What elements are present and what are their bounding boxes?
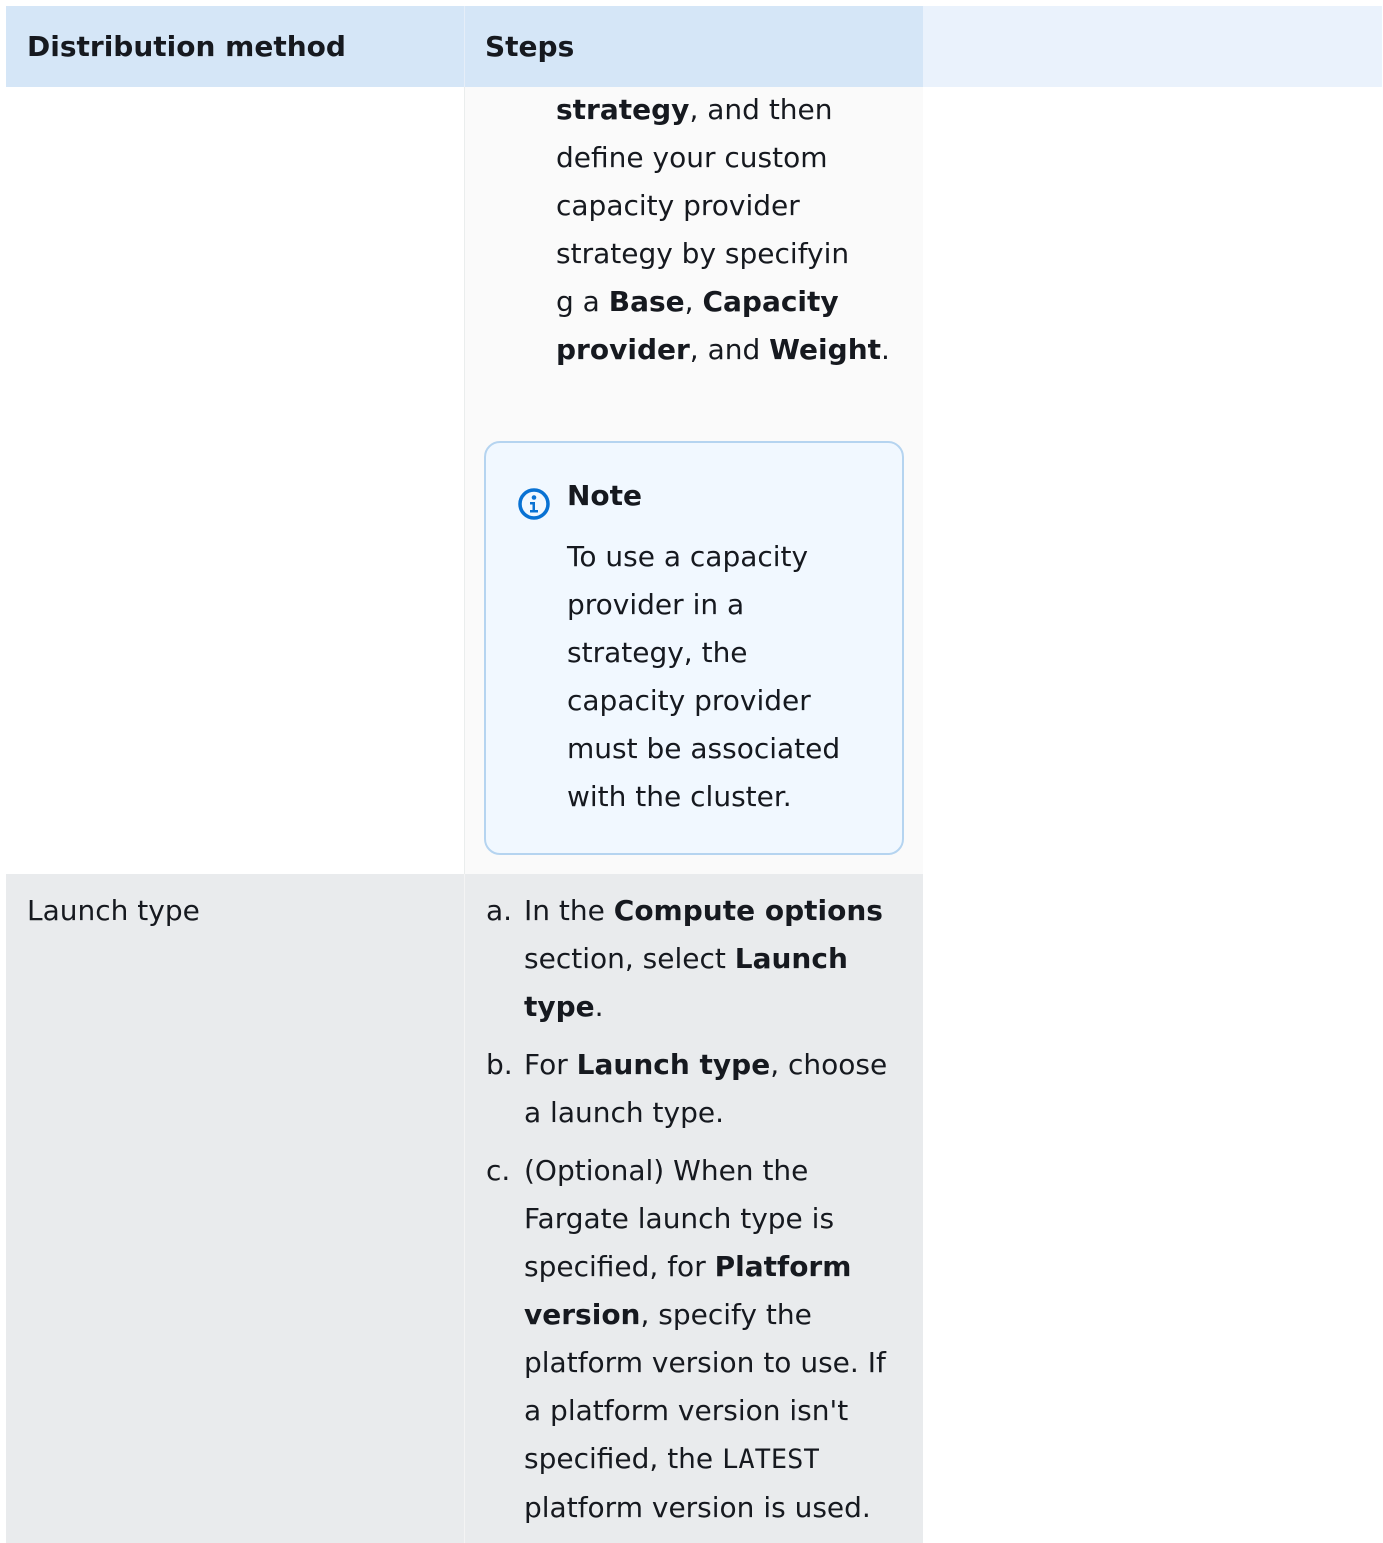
table-cell-method	[6, 87, 464, 874]
list-marker: a.	[486, 894, 513, 927]
term-launch-type: Launch type	[576, 1048, 771, 1081]
list-marker: c.	[486, 1154, 511, 1187]
step-text: , and	[689, 333, 770, 366]
step-content: In the Compute options section, select L…	[524, 887, 906, 1031]
column-header-distribution-method: Distribution method	[6, 6, 464, 87]
step-text: platform version is used.	[524, 1491, 871, 1524]
step-text: .	[594, 990, 604, 1023]
step-text: ,	[684, 285, 703, 318]
step-text: section, select	[524, 942, 735, 975]
column-header-steps: Steps	[465, 6, 923, 87]
docs-page: Distribution method Steps strategy, and …	[0, 0, 1383, 1543]
code-latest: LATEST	[722, 1444, 820, 1475]
step-content: For Launch type, choose a launch type.	[524, 1041, 906, 1137]
term-base: Base	[608, 285, 685, 318]
capacity-strategy-step-text: strategy, and then define your custom ca…	[556, 86, 896, 374]
table-header: Distribution method Steps	[6, 6, 1382, 87]
list-item: b. For Launch type, choose a launch type…	[486, 1041, 906, 1137]
distribution-method-launch-type: Launch type	[27, 894, 200, 927]
note-title: Note	[567, 479, 643, 512]
launch-type-steps: a. In the Compute options section, selec…	[486, 887, 906, 1542]
info-icon	[517, 487, 551, 521]
step-text: In the	[524, 894, 614, 927]
term-strategy: strategy	[556, 93, 690, 126]
term-compute-options: Compute options	[613, 894, 883, 927]
list-item: c. (Optional) When the Fargate launch ty…	[486, 1147, 906, 1532]
step-text: For	[524, 1048, 577, 1081]
header-filler	[923, 6, 1382, 87]
note-callout: Note To use a capacity provider in a str…	[484, 441, 904, 855]
step-text: .	[881, 333, 890, 366]
note-text: To use a capacity provider in a strategy…	[567, 540, 841, 813]
list-marker: b.	[486, 1048, 513, 1081]
list-item: a. In the Compute options section, selec…	[486, 887, 906, 1031]
term-weight: Weight	[769, 333, 882, 366]
table-cell-method	[6, 874, 464, 1543]
step-content: (Optional) When the Fargate launch type …	[524, 1147, 906, 1532]
